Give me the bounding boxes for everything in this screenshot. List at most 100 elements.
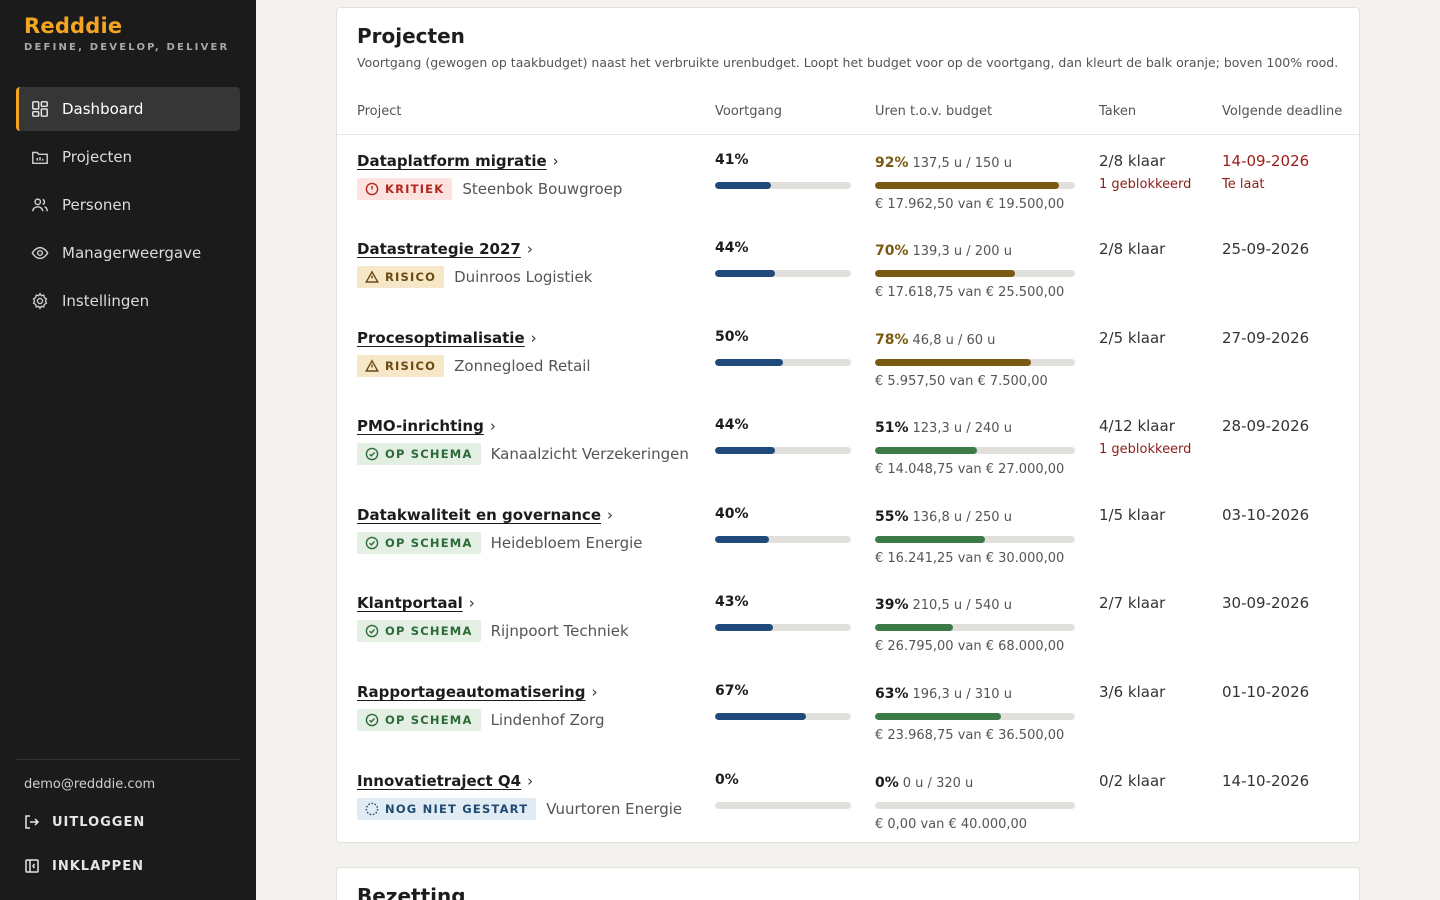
- progress-percent: 44%: [715, 240, 749, 256]
- projects-card: Projecten Voortgang (gewogen op taakbudg…: [336, 7, 1360, 843]
- status-label: RISICO: [385, 270, 437, 284]
- projects-icon: [30, 147, 50, 167]
- sidebar-item-label: Dashboard: [62, 100, 144, 118]
- chevron-right-icon: ›: [489, 417, 496, 435]
- project-link[interactable]: Datastrategie 2027 ›: [357, 240, 533, 258]
- budget-percent: 55%: [875, 509, 909, 525]
- table-header: Project Voortgang Uren t.o.v. budget Tak…: [337, 90, 1359, 135]
- dashboard-icon: [30, 99, 50, 119]
- budget-hours: 210,5 u / 540 u: [912, 598, 1012, 613]
- warning-triangle-icon: [365, 359, 379, 373]
- tasks-done: 2/5 klaar: [1099, 329, 1166, 347]
- progress-percent: 67%: [715, 683, 749, 699]
- budget-hours: 137,5 u / 150 u: [912, 156, 1012, 171]
- budget-hours: 0 u / 320 u: [902, 776, 974, 791]
- budget-percent: 39%: [875, 597, 909, 613]
- budget-bar-fill: [875, 182, 1059, 189]
- project-link[interactable]: Dataplatform migratie ›: [357, 152, 559, 170]
- bezetting-card: Bezetting: [336, 867, 1360, 900]
- status-badge: KRITIEK: [357, 178, 453, 200]
- budget-hours: 196,3 u / 310 u: [912, 687, 1012, 702]
- sidebar-item-personen[interactable]: Personen: [16, 183, 240, 227]
- status-label: RISICO: [385, 359, 437, 373]
- project-name: Dataplatform migratie: [357, 152, 547, 170]
- logout-button[interactable]: UITLOGGEN: [24, 813, 145, 831]
- budget-bar: [875, 359, 1075, 366]
- table-row: Dataplatform migratie › KRITIEK Steenbok Bo…: [337, 152, 1359, 240]
- project-link[interactable]: Klantportaal ›: [357, 594, 475, 612]
- progress-bar: [715, 447, 851, 454]
- tasks-done: 2/7 klaar: [1099, 594, 1166, 612]
- next-deadline: 14-10-2026: [1222, 772, 1310, 790]
- budget-percent: 0%: [875, 775, 899, 791]
- project-name: Datastrategie 2027: [357, 240, 521, 258]
- chevron-right-icon: ›: [591, 683, 598, 701]
- project-link[interactable]: PMO-inrichting ›: [357, 417, 496, 435]
- client-name: Duinroos Logistiek: [454, 268, 593, 286]
- sidebar-item-label: Personen: [62, 196, 132, 214]
- client-name: Heidebloem Energie: [490, 534, 643, 552]
- project-name: Datakwaliteit en governance: [357, 506, 601, 524]
- tasks-blocked: 1 geblokkeerd: [1099, 442, 1192, 457]
- budget-money: € 17.618,75 van € 25.500,00: [875, 285, 1065, 300]
- budget-bar: [875, 270, 1075, 277]
- progress-bar: [715, 802, 851, 809]
- client-name: Steenbok Bouwgroep: [462, 180, 623, 198]
- brand-logo-text[interactable]: Redddie: [24, 14, 229, 38]
- budget-bar: [875, 182, 1075, 189]
- status-label: KRITIEK: [385, 182, 445, 196]
- progress-bar-fill: [715, 447, 775, 454]
- budget-bar-fill: [875, 536, 985, 543]
- budget-summary: 70% 139,3 u / 200 u: [875, 240, 1012, 259]
- budget-hours: 123,3 u / 240 u: [912, 421, 1012, 436]
- budget-percent: 92%: [875, 155, 909, 171]
- project-link[interactable]: Datakwaliteit en governance ›: [357, 506, 613, 524]
- tasks-done: 1/5 klaar: [1099, 506, 1166, 524]
- table-row: Rapportageautomatisering › OP SCHEMA Linden…: [337, 683, 1359, 771]
- client-name: Rijnpoort Techniek: [490, 622, 629, 640]
- brand: Redddie DEFINE, DEVELOP, DELIVER: [24, 14, 229, 53]
- budget-bar-fill: [875, 270, 1015, 277]
- late-label: Te laat: [1222, 177, 1265, 192]
- next-deadline: 03-10-2026: [1222, 506, 1310, 524]
- sidebar-item-label: Projecten: [62, 148, 133, 166]
- warning-triangle-icon: [365, 270, 379, 284]
- sidebar-item-projecten[interactable]: Projecten: [16, 135, 240, 179]
- collapse-sidebar-button[interactable]: INKLAPPEN: [24, 857, 144, 875]
- budget-percent: 63%: [875, 686, 909, 702]
- budget-summary: 78% 46,8 u / 60 u: [875, 329, 995, 348]
- progress-bar: [715, 536, 851, 543]
- budget-bar: [875, 447, 1075, 454]
- progress-bar: [715, 270, 851, 277]
- sidebar-item-managerweergave[interactable]: Managerweergave: [16, 231, 240, 275]
- col-header-deadline: Volgende deadline: [1222, 104, 1343, 119]
- project-name: Procesoptimalisatie: [357, 329, 525, 347]
- status-label: NOG NIET GESTART: [385, 802, 529, 816]
- chevron-right-icon: ›: [527, 772, 534, 790]
- sidebar-item-dashboard[interactable]: Dashboard: [16, 87, 240, 131]
- next-deadline: 14-09-2026: [1222, 152, 1310, 170]
- col-header-project: Project: [357, 104, 402, 119]
- sidebar-collapse-icon: [24, 857, 42, 875]
- sidebar-item-label: Instellingen: [62, 292, 150, 310]
- tasks-done: 2/8 klaar: [1099, 152, 1166, 170]
- budget-money: € 5.957,50 van € 7.500,00: [875, 374, 1048, 389]
- progress-bar: [715, 182, 851, 189]
- table-row: Innovatietraject Q4 › NOG NIET GESTART Vuur…: [337, 772, 1359, 860]
- sidebar-item-instellingen[interactable]: Instellingen: [16, 279, 240, 323]
- project-link[interactable]: Rapportageautomatisering ›: [357, 683, 597, 701]
- budget-percent: 78%: [875, 332, 909, 348]
- progress-bar: [715, 359, 851, 366]
- project-link[interactable]: Innovatietraject Q4 ›: [357, 772, 533, 790]
- project-meta: RISICO Duinroos Logistiek: [357, 266, 592, 288]
- project-link[interactable]: Procesoptimalisatie ›: [357, 329, 537, 347]
- budget-hours: 46,8 u / 60 u: [912, 333, 996, 348]
- client-name: Lindenhof Zorg: [490, 711, 605, 729]
- budget-money: € 16.241,25 van € 30.000,00: [875, 551, 1065, 566]
- project-meta: NOG NIET GESTART Vuurtoren Energie: [357, 798, 682, 820]
- dashed-circle-icon: [365, 802, 379, 816]
- status-badge: RISICO: [357, 266, 445, 288]
- alert-circle-icon: [365, 182, 379, 196]
- budget-money: € 23.968,75 van € 36.500,00: [875, 728, 1065, 743]
- status-badge: NOG NIET GESTART: [357, 798, 537, 820]
